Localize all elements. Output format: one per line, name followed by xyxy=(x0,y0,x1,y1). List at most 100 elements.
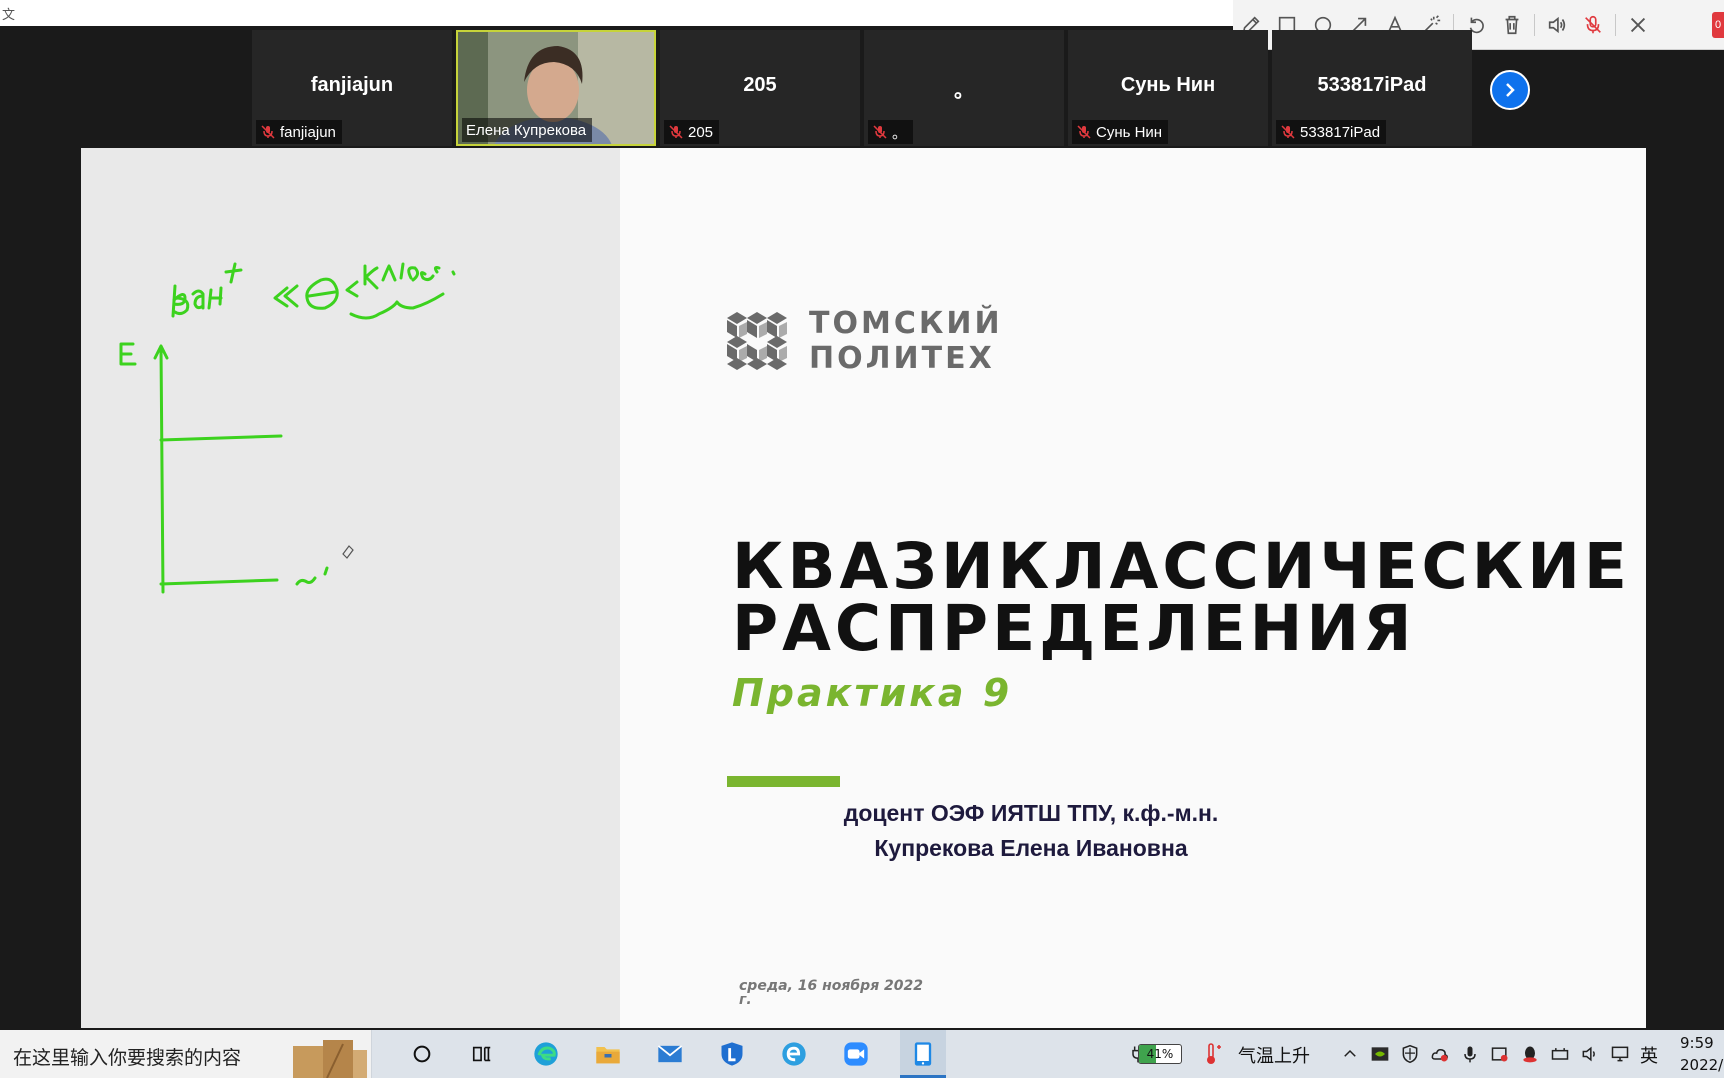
browser-e-icon[interactable] xyxy=(778,1038,810,1070)
task-view-icon[interactable] xyxy=(466,1038,498,1070)
participant-display-name: 205 xyxy=(743,74,777,96)
toolbar-separator xyxy=(1615,13,1616,36)
annotation-lower-level xyxy=(159,578,279,586)
slide-title-line-1: КВАЗИКЛАССИЧЕСКИЕ xyxy=(732,530,1631,603)
participant-display-name: Сунь Нин xyxy=(1120,74,1216,96)
mic-muted-icon xyxy=(1076,124,1092,140)
mic-muted-icon xyxy=(1280,124,1296,140)
chevron-up-icon[interactable] xyxy=(1334,1038,1366,1070)
battery-indicator[interactable]: 41% xyxy=(1138,1044,1182,1064)
logo-text: ТОМСКИЙ ПОЛИТЕХ xyxy=(809,306,1003,376)
taskbar: 在这里输入你要搜索的内容 41% 气温上升 英 9:59 2022/ xyxy=(0,1030,1724,1078)
participant-footer: 533817iPad xyxy=(1276,120,1387,144)
mic-muted-icon xyxy=(260,124,276,140)
annotation-tilde xyxy=(295,566,329,586)
participant-footer: 。 xyxy=(868,120,914,144)
network-icon[interactable] xyxy=(1544,1038,1576,1070)
slide-date: среда, 16 ноября 2022 г. xyxy=(739,979,949,1007)
mic-muted-icon[interactable] xyxy=(1575,7,1611,43)
battery-percent: 41% xyxy=(1146,1047,1174,1061)
slide-author: доцент ОЭФ ИЯТШ ТПУ, к.ф.-м.н. Купрекова… xyxy=(821,796,1241,866)
participant-footer-name: 533817iPad xyxy=(1300,123,1381,141)
tablet-mirror-icon[interactable] xyxy=(907,1038,939,1070)
participant-footer: fanjiajun xyxy=(256,120,342,144)
participant-tile[interactable]: 205 205 xyxy=(660,30,860,146)
shared-slide: ТОМСКИЙ ПОЛИТЕХ КВАЗИКЛАССИЧЕСКИЕ РАСПРЕ… xyxy=(81,148,1646,1028)
participant-display-name: fanjiajun xyxy=(310,74,394,96)
slide-date-line-1: среда, 16 ноября 2022 xyxy=(739,978,924,994)
annotation-letter-e xyxy=(119,342,137,366)
toolbar-badge[interactable]: 0 xyxy=(1712,12,1724,38)
tomsk-polytech-logo-icon xyxy=(727,312,787,370)
annotation-underbrace xyxy=(349,292,445,320)
participant-video-tile[interactable]: Елена Купрекова xyxy=(456,30,656,146)
annotation-y-axis xyxy=(153,344,169,594)
participant-tile[interactable]: 533817iPad 533817iPad xyxy=(1272,30,1472,146)
annotation-handwriting-kvant xyxy=(171,262,243,318)
window-glyph: 文 xyxy=(2,8,16,23)
qq-icon[interactable] xyxy=(1514,1038,1546,1070)
author-name: Купрекова Елена Ивановна xyxy=(874,835,1188,861)
clock-date: 2022/11 xyxy=(1680,1056,1724,1074)
participant-tile[interactable]: Сунь Нин Сунь Нин xyxy=(1068,30,1268,146)
participant-footer-name: 205 xyxy=(688,123,714,141)
slide-title: КВАЗИКЛАССИЧЕСКИЕ РАСПРЕДЕЛЕНИЯ xyxy=(732,530,1631,665)
cloud-sync-icon[interactable] xyxy=(1424,1038,1456,1070)
screen: 文 0 fanjiajun fanjiajun Елена Купрекова … xyxy=(0,0,1724,1078)
slide-date-line-2: г. xyxy=(739,992,752,1008)
nvidia-icon[interactable] xyxy=(1364,1038,1396,1070)
whiteboard-annotations xyxy=(119,262,456,594)
university-logo: ТОМСКИЙ ПОЛИТЕХ xyxy=(727,306,1003,376)
annotation-less-sign xyxy=(345,280,359,298)
participant-display-name: 。 xyxy=(954,80,974,102)
microphone-icon[interactable] xyxy=(1454,1038,1486,1070)
chevron-right-icon xyxy=(1506,83,1515,97)
slide-title-line-2: РАСПРЕДЕЛЕНИЯ xyxy=(732,592,1416,665)
annotation-much-less-sign xyxy=(273,284,299,308)
speaker-icon[interactable] xyxy=(1539,7,1575,43)
participant-footer: 205 xyxy=(664,120,720,144)
defender-icon[interactable] xyxy=(1394,1038,1426,1070)
participant-footer: Сунь Нин xyxy=(1072,120,1169,144)
search-highlight-image xyxy=(293,1040,367,1078)
mail-icon[interactable] xyxy=(654,1038,686,1070)
close-icon[interactable] xyxy=(1620,7,1656,43)
taskbar-search-box[interactable]: 在这里输入你要搜索的内容 xyxy=(0,1030,372,1078)
clock-time: 9:59 xyxy=(1680,1034,1714,1052)
zoom-icon[interactable] xyxy=(840,1038,872,1070)
slide-subtitle: Практика 9 xyxy=(732,671,1013,715)
screen-record-icon[interactable] xyxy=(1484,1038,1516,1070)
annotation-upper-level xyxy=(159,434,283,442)
thermometer-icon[interactable] xyxy=(1196,1038,1228,1070)
participant-footer-name: Сунь Нин xyxy=(1096,123,1163,141)
participant-tile[interactable]: 。 。 xyxy=(864,30,1064,146)
weather-text[interactable]: 气温上升 xyxy=(1238,1042,1310,1068)
edge-icon[interactable] xyxy=(530,1038,562,1070)
participant-footer-name: fanjiajun xyxy=(280,123,336,141)
accent-bar xyxy=(727,776,840,787)
input-method-indicator[interactable]: 英 xyxy=(1640,1042,1658,1068)
participant-footer: Елена Купрекова xyxy=(462,118,593,142)
monitor-icon[interactable] xyxy=(1604,1038,1636,1070)
mic-muted-icon xyxy=(872,124,888,140)
top-strip: 文 xyxy=(0,0,1240,26)
mic-muted-icon xyxy=(668,124,684,140)
pen-cursor-icon xyxy=(342,545,354,559)
slide-texture-panel xyxy=(81,148,620,1028)
taskbar-clock[interactable]: 9:59 2022/11 xyxy=(1680,1032,1724,1076)
participant-footer-name: 。 xyxy=(892,124,908,142)
participant-footer-name: Елена Купрекова xyxy=(466,121,587,139)
search-placeholder: 在这里输入你要搜索的内容 xyxy=(13,1047,242,1069)
cortana-icon[interactable] xyxy=(406,1038,438,1070)
volume-icon[interactable] xyxy=(1574,1038,1606,1070)
participant-tile[interactable]: fanjiajun fanjiajun xyxy=(252,30,452,146)
annotation-theta xyxy=(305,277,339,310)
participant-display-name: 533817iPad xyxy=(1317,74,1427,96)
participant-strip: fanjiajun fanjiajun Елена Купрекова 205 xyxy=(252,30,1542,146)
annotation-handwriting-klas xyxy=(363,262,456,290)
author-position: доцент ОЭФ ИЯТШ ТПУ, к.ф.-м.н. xyxy=(843,800,1219,826)
next-page-button[interactable] xyxy=(1490,70,1530,110)
security-shield-icon[interactable] xyxy=(716,1038,748,1070)
file-explorer-icon[interactable] xyxy=(592,1038,624,1070)
logo-line-1: ТОМСКИЙ xyxy=(809,306,1003,341)
